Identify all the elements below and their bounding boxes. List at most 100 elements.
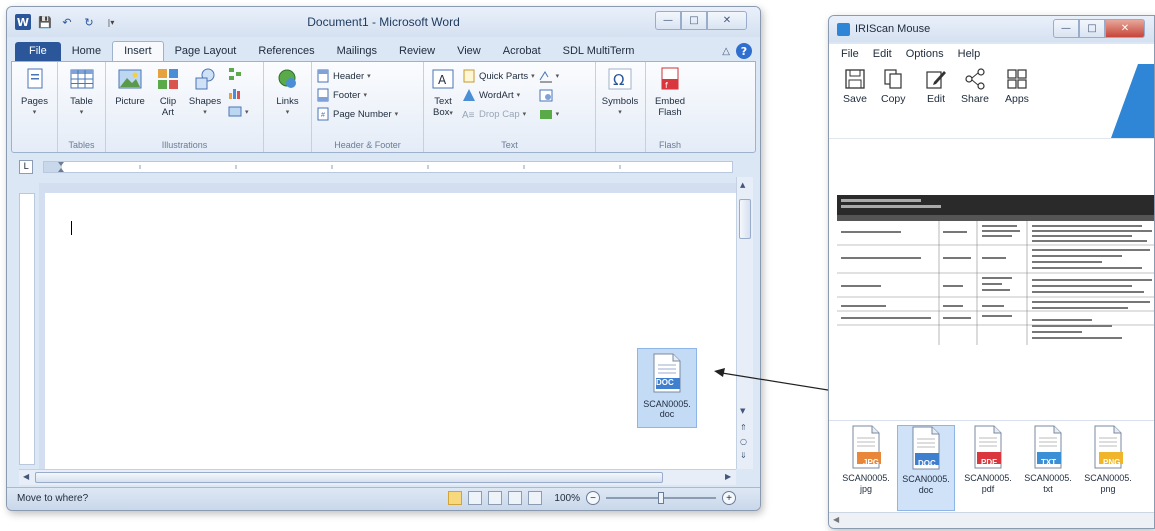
group-text: A Text Box▾ Quick Parts ▾ WordArt ▾ A≡ Drop… — [424, 62, 596, 152]
file-ext: doc — [918, 485, 934, 495]
file-name: SCAN0005. — [1024, 473, 1072, 483]
document-page[interactable] — [45, 193, 736, 469]
tab-page-layout[interactable]: Page Layout — [164, 42, 248, 61]
object-button[interactable]: ▾ — [539, 106, 559, 122]
scroll-down-icon[interactable]: ▼ — [740, 407, 745, 415]
file-txt[interactable]: TXT SCAN0005. txt — [1019, 425, 1077, 511]
footer-button[interactable]: Footer ▾ — [316, 87, 398, 103]
zoom-level[interactable]: 100% — [554, 493, 580, 504]
picture-icon — [118, 69, 142, 89]
clip-art-button[interactable]: Clip Art — [154, 66, 182, 118]
signature-line-icon — [539, 71, 552, 83]
edit-button[interactable]: Edit — [925, 68, 947, 105]
group-flash: f Embed Flash Flash — [646, 62, 694, 152]
flash-icon: f — [661, 67, 679, 90]
tab-acrobat[interactable]: Acrobat — [492, 42, 552, 61]
file-doc[interactable]: DOC SCAN0005. doc — [897, 425, 955, 511]
file-jpg[interactable]: JPG SCAN0005. jpg — [837, 425, 895, 511]
print-layout-view-icon[interactable] — [448, 491, 463, 505]
iriscan-menubar: File Edit Options Help — [829, 44, 1154, 64]
page-number-button[interactable]: # Page Number ▾ — [316, 106, 398, 122]
date-time-button[interactable] — [539, 87, 560, 103]
tab-insert[interactable]: Insert — [112, 41, 164, 61]
group-pages: Pages ▾ — [12, 62, 58, 152]
group-symbols: Ω Symbols ▾ — [596, 62, 646, 152]
iriscan-horizontal-scrollbar[interactable]: ◀ — [829, 512, 1154, 528]
minimize-ribbon-icon[interactable]: △ — [722, 46, 730, 57]
tab-review[interactable]: Review — [388, 42, 446, 61]
scroll-up-icon[interactable]: ▲ — [740, 181, 745, 189]
smartart-button[interactable] — [228, 66, 249, 82]
next-page-icon[interactable]: ⇓ — [740, 451, 747, 460]
scroll-left-icon[interactable]: ◀ — [833, 515, 839, 524]
scroll-left-icon[interactable]: ◀ — [23, 472, 29, 481]
help-icon[interactable]: ? — [736, 43, 752, 59]
outline-view-icon[interactable] — [508, 491, 523, 505]
draft-view-icon[interactable] — [528, 491, 543, 505]
header-icon — [317, 69, 329, 83]
dragged-file[interactable]: DOC SCAN0005. doc — [637, 348, 697, 428]
zoom-in-icon[interactable]: + — [722, 491, 736, 505]
web-layout-view-icon[interactable] — [488, 491, 503, 505]
minimize-icon[interactable]: — — [655, 11, 681, 30]
vertical-scroll-thumb[interactable] — [739, 199, 751, 239]
drop-cap-icon: A≡ — [462, 110, 475, 121]
ribbon: Pages ▾ Table ▾ Tables Picture Clip Art — [11, 61, 756, 153]
tab-home[interactable]: Home — [61, 42, 112, 61]
group-label-tables: Tables — [68, 140, 95, 150]
menu-edit[interactable]: Edit — [873, 48, 892, 60]
tab-selector-icon[interactable]: L — [19, 160, 33, 174]
copy-button[interactable]: Copy — [881, 68, 906, 105]
file-pdf[interactable]: PDF SCAN0005. pdf — [959, 425, 1017, 511]
table-button[interactable]: Table ▾ — [62, 66, 101, 118]
shapes-icon — [195, 68, 215, 90]
quick-parts-button[interactable]: Quick Parts ▾ — [462, 68, 535, 84]
horizontal-scroll-thumb[interactable] — [35, 472, 663, 483]
text-box-icon: A — [432, 69, 454, 89]
header-button[interactable]: Header ▾ — [316, 68, 398, 84]
share-button[interactable]: Share — [961, 68, 989, 105]
zoom-slider-thumb[interactable] — [658, 492, 664, 504]
embed-flash-button[interactable]: f Embed Flash — [650, 66, 690, 118]
file-ext: pdf — [981, 484, 995, 494]
screenshot-button[interactable]: ▾ — [228, 104, 249, 120]
save-button[interactable]: Save — [843, 68, 867, 105]
apps-button[interactable]: Apps — [1005, 68, 1029, 105]
iriscan-window-controls: — □ ✕ — [1053, 19, 1145, 39]
tab-mailings[interactable]: Mailings — [326, 42, 388, 61]
vertical-scrollbar[interactable]: ▲ ▼ ⇑ ○ ⇓ — [736, 177, 753, 469]
maximize-icon[interactable]: □ — [681, 11, 707, 30]
tab-references[interactable]: References — [247, 42, 325, 61]
tab-sdl-multiterm[interactable]: SDL MultiTerm — [552, 42, 646, 61]
horizontal-ruler[interactable]: L — [11, 157, 756, 177]
wordart-button[interactable]: WordArt ▾ — [462, 87, 535, 103]
maximize-icon[interactable]: □ — [1079, 19, 1105, 38]
drop-cap-button[interactable]: A≡ Drop Cap ▾ — [462, 106, 535, 122]
full-screen-reading-view-icon[interactable] — [468, 491, 483, 505]
picture-button[interactable]: Picture — [110, 66, 150, 107]
select-browse-object-icon[interactable]: ○ — [740, 437, 747, 446]
zoom-out-icon[interactable]: − — [586, 491, 600, 505]
close-icon[interactable]: ✕ — [707, 11, 747, 30]
tab-view[interactable]: View — [446, 42, 492, 61]
menu-help[interactable]: Help — [958, 48, 981, 60]
pages-button[interactable]: Pages ▾ — [16, 66, 53, 118]
links-button[interactable]: Links ▾ — [268, 66, 307, 118]
symbols-button[interactable]: Ω Symbols ▾ — [600, 66, 640, 118]
close-icon[interactable]: ✕ — [1105, 19, 1145, 38]
signature-line-button[interactable]: ▾ — [539, 68, 559, 84]
menu-options[interactable]: Options — [906, 48, 944, 60]
menu-file[interactable]: File — [841, 48, 859, 60]
horizontal-scrollbar[interactable]: ◀ ▶ — [19, 469, 736, 485]
minimize-icon[interactable]: — — [1053, 19, 1079, 38]
text-box-button[interactable]: A Text Box▾ — [428, 66, 458, 119]
zoom-slider[interactable] — [606, 492, 716, 504]
previous-page-icon[interactable]: ⇑ — [740, 423, 747, 432]
shapes-button[interactable]: Shapes ▾ — [186, 66, 224, 118]
chart-button[interactable] — [228, 85, 249, 101]
file-png[interactable]: PNG SCAN0005. png — [1079, 425, 1137, 511]
file-name: SCAN0005. — [964, 473, 1012, 483]
tab-file[interactable]: File — [15, 42, 61, 61]
file-name: SCAN0005. — [1084, 473, 1132, 483]
scroll-right-icon[interactable]: ▶ — [725, 472, 731, 481]
